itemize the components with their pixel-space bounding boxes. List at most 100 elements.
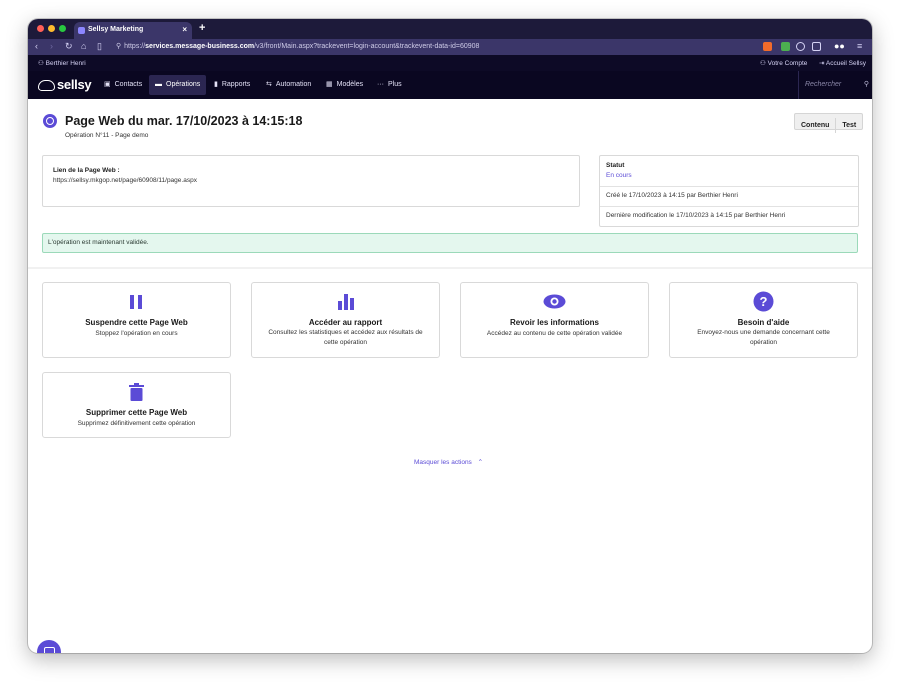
account-label: Votre Compte: [767, 60, 808, 67]
view-button-group: Contenu Test: [794, 113, 864, 133]
svg-text:?: ?: [760, 294, 768, 309]
bar-chart-icon: ▮: [214, 81, 218, 88]
status-value: En cours: [606, 172, 632, 179]
globe-icon: [43, 114, 57, 128]
content-button[interactable]: Contenu: [795, 118, 837, 133]
more-icon: ···: [377, 81, 384, 88]
nav-label: Opérations: [166, 81, 201, 88]
nav-item-rapports[interactable]: ▮ Rapports: [208, 75, 256, 95]
brave-shield-icon[interactable]: [763, 42, 772, 51]
created-row: Créé le 17/10/2023 à 14:15 par Berthier …: [600, 186, 858, 207]
main-content: Page Web du mar. 17/10/2023 à 14:15:18 O…: [28, 99, 872, 653]
test-button[interactable]: Test: [836, 118, 862, 133]
tab-title: Sellsy Marketing: [88, 26, 144, 33]
extension-icon[interactable]: [781, 42, 790, 51]
status-label: Statut: [606, 162, 625, 169]
chat-button[interactable]: [37, 640, 61, 653]
hide-actions-link[interactable]: Masquer les actions ⌃: [414, 458, 483, 466]
browser-window: Sellsy Marketing × + ‹ › ↻ ⌂ ▯ ⚲ https://…: [28, 19, 872, 653]
nav-item-operations[interactable]: ▬ Opérations: [149, 75, 207, 95]
menu-icon[interactable]: ≡: [857, 41, 862, 51]
bookmark-icon[interactable]: ▯: [97, 41, 102, 52]
nav-label: Automation: [275, 81, 312, 88]
account-icon: ⚇: [760, 60, 766, 67]
url-lock-icon: ⚲: [116, 43, 122, 50]
report-card[interactable]: Accéder au rapport Consultez les statist…: [251, 282, 440, 358]
nav-label: Modèles: [336, 81, 364, 88]
url-field[interactable]: ⚲ https://services.message-business.com/v…: [116, 41, 754, 53]
logo-text: sellsy: [57, 77, 92, 92]
nav-label: Rapports: [221, 81, 251, 88]
suspend-card[interactable]: Suspendre cette Page Web Stoppez l'opéra…: [42, 282, 231, 358]
user-name: Berthier Henri: [45, 60, 86, 67]
bar-chart-icon: [338, 294, 354, 310]
nav-item-contacts[interactable]: ▣ Contacts: [98, 75, 148, 95]
link-box: Lien de la Page Web : https://sellsy.mkg…: [42, 155, 580, 207]
card-desc: Accédez au contenu de cette opération va…: [486, 330, 623, 337]
automation-icon: ⇆: [266, 81, 272, 88]
search-icon[interactable]: ⚲: [864, 80, 869, 88]
grid-icon: ▦: [326, 81, 333, 88]
alert-text: L'opération est maintenant validée.: [48, 239, 149, 246]
home-icon[interactable]: ⌂: [81, 41, 86, 51]
maximize-window-dot[interactable]: [59, 25, 66, 32]
cloud-logo-icon: [38, 80, 55, 92]
user-link[interactable]: ⚇ Berthier Henri: [38, 59, 86, 67]
nav-item-automation[interactable]: ⇆ Automation: [260, 75, 317, 95]
page-title: Page Web du mar. 17/10/2023 à 14:15:18: [65, 114, 303, 128]
new-tab-button[interactable]: +: [199, 22, 205, 34]
tab-favicon-icon: [78, 27, 85, 34]
minimize-window-dot[interactable]: [48, 25, 55, 32]
user-icon: ⚇: [38, 60, 44, 67]
status-row: Statut En cours: [600, 156, 858, 187]
reload-icon[interactable]: ↻: [65, 41, 73, 52]
user-bar: ⚇ Berthier Henri ⚇ Votre Compte ⇥ Accuei…: [28, 55, 872, 71]
url-prefix: https://: [124, 43, 146, 50]
contacts-icon: ▣: [104, 81, 111, 88]
nav-item-modeles[interactable]: ▦ Modèles: [320, 75, 369, 95]
card-title: Revoir les informations: [510, 318, 599, 327]
status-box: Statut En cours Créé le 17/10/2023 à 14:…: [599, 155, 859, 227]
card-desc: Consultez les statistiques et accédez au…: [268, 329, 423, 346]
sidebar-icon[interactable]: [812, 42, 821, 51]
section-divider: [28, 267, 872, 269]
url-path: /v3/front/Main.aspx?trackevent=login-acc…: [254, 43, 480, 50]
search-placeholder: Rechercher: [805, 81, 842, 88]
nav-item-plus[interactable]: ··· Plus: [371, 75, 408, 95]
forward-icon[interactable]: ›: [50, 41, 53, 51]
address-bar: ‹ › ↻ ⌂ ▯ ⚲ https://services.message-busi…: [28, 39, 872, 55]
link-value[interactable]: https://sellsy.mkgop.net/page/60908/11/p…: [53, 177, 197, 184]
nav-label: Contacts: [114, 81, 143, 88]
delete-card[interactable]: Supprimer cette Page Web Supprimez défin…: [42, 372, 231, 438]
browser-tab[interactable]: Sellsy Marketing ×: [74, 22, 192, 39]
close-window-dot[interactable]: [37, 25, 44, 32]
modified-text: Dernière modification le 17/10/2023 à 14…: [606, 212, 786, 219]
hide-actions-label: Masquer les actions: [414, 459, 472, 466]
modified-row: Dernière modification le 17/10/2023 à 14…: [600, 206, 858, 226]
home-link[interactable]: ⇥ Accueil Sellsy: [819, 59, 866, 67]
card-title: Accéder au rapport: [308, 318, 383, 327]
sync-icon[interactable]: [796, 42, 805, 51]
profile-icon[interactable]: ●●: [834, 41, 845, 51]
sellsy-logo[interactable]: sellsy: [38, 77, 92, 92]
home-label: Accueil Sellsy: [825, 60, 867, 67]
trash-icon: [129, 383, 144, 401]
nav-label: Plus: [388, 81, 402, 88]
success-alert: L'opération est maintenant validée.: [42, 233, 858, 253]
account-link[interactable]: ⚇ Votre Compte: [760, 59, 807, 67]
main-nav: sellsy ▣ Contacts ▬ Opérations ▮ Rapports ⇆…: [28, 71, 872, 99]
review-card[interactable]: Revoir les informations Accédez au conte…: [460, 282, 649, 358]
chevron-up-icon: ⌃: [477, 459, 484, 466]
search-input[interactable]: Rechercher ⚲: [798, 71, 872, 99]
card-desc: Stoppez l'opération en cours: [95, 330, 178, 337]
exit-icon: ⇥: [819, 60, 825, 67]
card-desc: Supprimez définitivement cette opération: [77, 420, 196, 427]
eye-icon: [543, 294, 566, 309]
tab-close-icon[interactable]: ×: [182, 25, 187, 34]
card-title: Suspendre cette Page Web: [85, 318, 188, 327]
help-icon: ?: [753, 291, 774, 312]
help-card[interactable]: ? Besoin d'aide Envoyez-nous une demande…: [669, 282, 858, 358]
pause-icon: [130, 295, 142, 309]
back-icon[interactable]: ‹: [35, 41, 38, 51]
created-text: Créé le 17/10/2023 à 14:15 par Berthier …: [606, 192, 738, 199]
